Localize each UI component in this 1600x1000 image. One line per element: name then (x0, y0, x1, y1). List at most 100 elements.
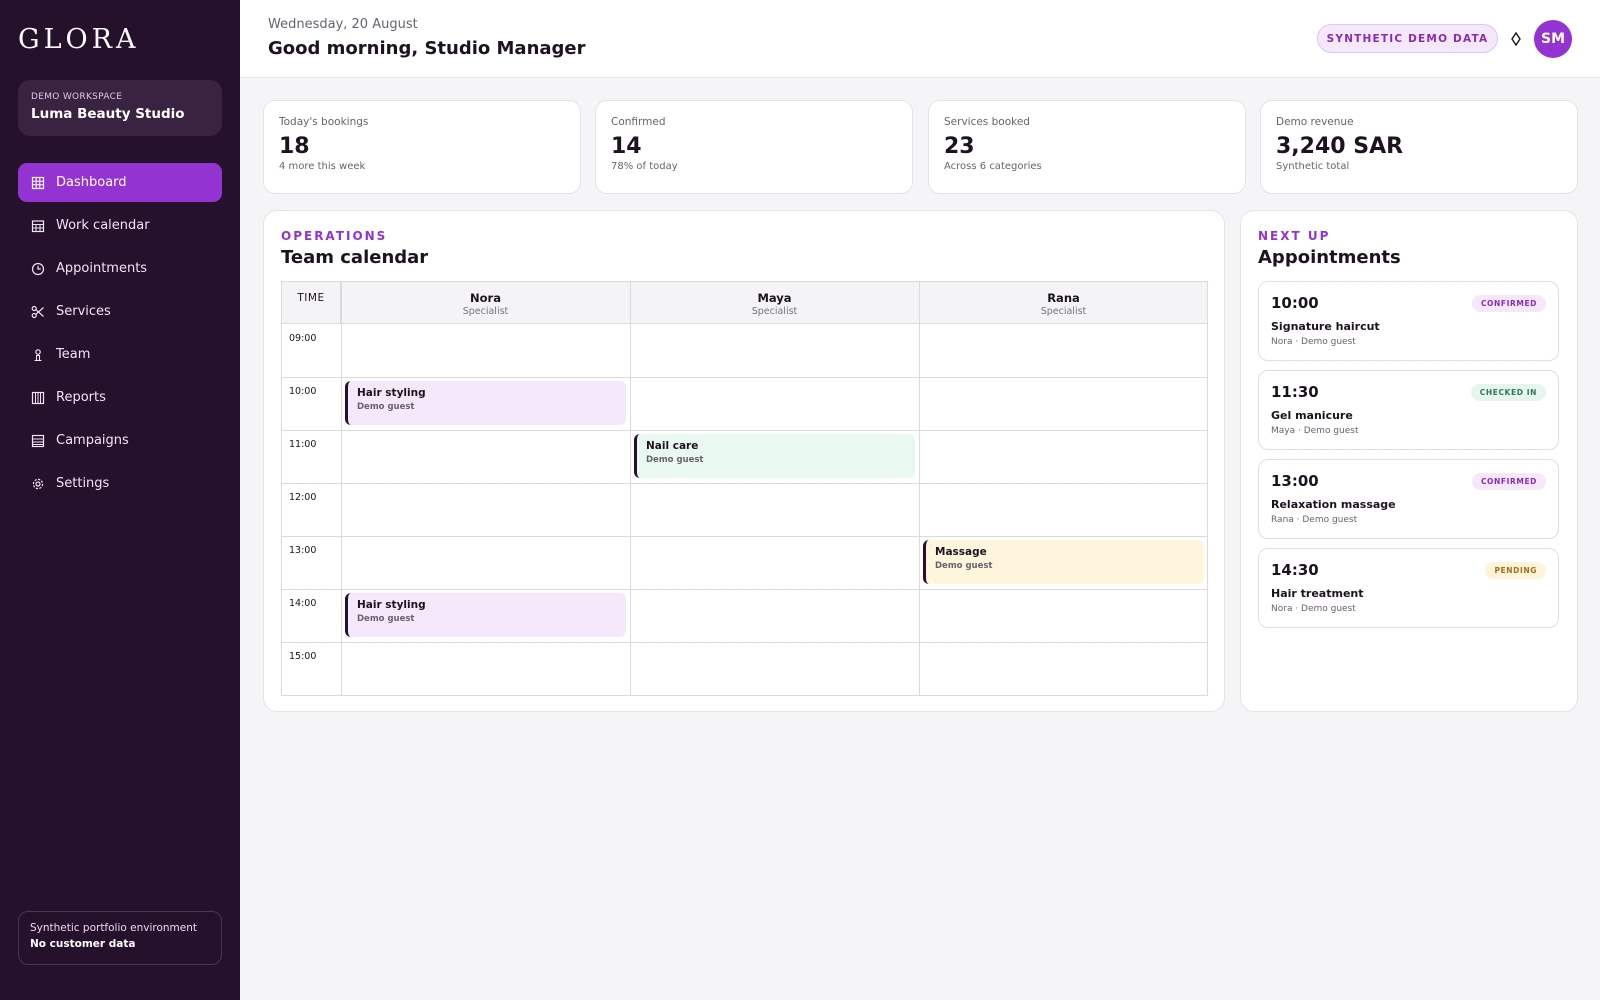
workspace-switcher[interactable]: DEMO WORKSPACE Luma Beauty Studio (18, 80, 222, 136)
grid-icon (31, 176, 45, 190)
stat-subtext: 78% of today (611, 161, 678, 172)
environment-line: Synthetic portfolio environment (30, 922, 198, 934)
calendar-icon (31, 219, 45, 233)
time-slot-label: 09:00 (289, 333, 317, 344)
stat-value: 3,240 SAR (1276, 134, 1404, 159)
team-calendar-panel: OPERATIONS Team calendar TIME Nora Specia… (263, 210, 1225, 712)
status-badge: CONFIRMED (1471, 295, 1546, 312)
sidebar-item-campaigns[interactable]: Campaigns (18, 421, 222, 460)
sidebar-item-label: Reports (56, 390, 106, 405)
sidebar-item-reports[interactable]: Reports (18, 378, 222, 417)
staff-role: Specialist (751, 306, 798, 317)
gear-icon (31, 477, 45, 491)
event-title: Nail care (646, 440, 699, 452)
sidebar-item-label: Dashboard (56, 175, 127, 190)
appointment-meta: Nora · Demo guest (1271, 604, 1356, 614)
event-guest: Demo guest (357, 614, 415, 624)
sidebar-item-label: Team (56, 347, 91, 362)
time-slot-label: 13:00 (289, 545, 317, 556)
appointment-meta: Nora · Demo guest (1271, 337, 1356, 347)
calendar-row-divider (282, 536, 1207, 537)
appointment-meta: Rana · Demo guest (1271, 515, 1358, 525)
sidebar-item-team[interactable]: Team (18, 335, 222, 374)
list-icon (31, 434, 45, 448)
appointment-meta: Maya · Demo guest (1271, 426, 1359, 436)
stat-card: Services booked 23 Across 6 categories (928, 100, 1246, 194)
calendar-column-divider (341, 282, 342, 695)
sidebar-item-label: Appointments (56, 261, 148, 276)
status-badge: CHECKED IN (1470, 384, 1546, 401)
customer-data-note: No customer data (30, 938, 136, 950)
sidebar-nav: Dashboard Work calendar Appointments Servic… (18, 163, 222, 507)
top-header: Wednesday, 20 August Good morning, Studi… (240, 0, 1600, 78)
page-title: Good morning, Studio Manager (268, 38, 586, 59)
sidebar-item-label: Settings (56, 476, 110, 491)
calendar-row-divider (282, 642, 1207, 643)
calendar-event[interactable]: Massage Demo guest (923, 540, 1204, 584)
stat-card: Today's bookings 18 4 more this week (263, 100, 581, 194)
stat-value: 23 (944, 134, 975, 159)
appointment-card[interactable]: 11:30 CHECKED IN Gel manicure Maya · Demo g… (1258, 370, 1559, 450)
stat-value: 18 (279, 134, 310, 159)
sidebar-item-services[interactable]: Services (18, 292, 222, 331)
workspace-name: Luma Beauty Studio (31, 106, 185, 122)
staff-column-header: Nora Specialist (341, 282, 630, 324)
calendar-header-row: TIME Nora Specialist Maya Specialist Rana Spe… (282, 282, 1207, 324)
event-guest: Demo guest (357, 402, 415, 412)
calendar-event[interactable]: Nail care Demo guest (634, 434, 915, 478)
appointment-service: Signature haircut (1271, 320, 1380, 333)
appointment-card[interactable]: 13:00 CONFIRMED Relaxation massage Rana · D… (1258, 459, 1559, 539)
chart-icon (31, 391, 45, 405)
sidebar-item-appointments[interactable]: Appointments (18, 249, 222, 288)
appointments-title: Appointments (1258, 247, 1401, 268)
stat-subtext: Across 6 categories (944, 161, 1042, 172)
calendar-column-divider (630, 282, 631, 695)
scissors-icon (31, 305, 45, 319)
staff-name: Rana (1047, 291, 1080, 305)
staff-name: Maya (757, 291, 792, 305)
avatar[interactable]: SM (1534, 20, 1572, 58)
appointment-service: Hair treatment (1271, 587, 1364, 600)
time-slot-label: 15:00 (289, 651, 317, 662)
sidebar-item-dashboard[interactable]: Dashboard (18, 163, 222, 202)
stat-label: Confirmed (611, 116, 666, 128)
staff-name: Nora (470, 291, 501, 305)
stat-label: Demo revenue (1276, 116, 1354, 128)
sidebar: GLORA DEMO WORKSPACE Luma Beauty Studio … (0, 0, 240, 1000)
stat-card: Confirmed 14 78% of today (595, 100, 913, 194)
staff-column-header: Rana Specialist (919, 282, 1208, 324)
appointments-panel: NEXT UP Appointments 10:00 CONFIRMED Signa… (1240, 210, 1578, 712)
calendar-grid: TIME Nora Specialist Maya Specialist Rana Spe… (281, 281, 1208, 696)
calendar-row-divider (282, 430, 1207, 431)
workspace-label: DEMO WORKSPACE (31, 92, 123, 102)
sidebar-item-label: Campaigns (56, 433, 129, 448)
staff-column-header: Maya Specialist (630, 282, 919, 324)
stat-card: Demo revenue 3,240 SAR Synthetic total (1260, 100, 1578, 194)
stat-label: Services booked (944, 116, 1030, 128)
calendar-title: Team calendar (281, 247, 429, 268)
stat-subtext: Synthetic total (1276, 161, 1350, 172)
staff-role: Specialist (1040, 306, 1087, 317)
clock-icon (31, 262, 45, 276)
event-title: Massage (935, 546, 987, 558)
event-title: Hair styling (357, 387, 426, 399)
calendar-eyebrow: OPERATIONS (281, 229, 388, 243)
time-column-header: TIME (282, 282, 341, 324)
event-guest: Demo guest (935, 561, 993, 571)
time-slot-label: 11:00 (289, 439, 317, 450)
sidebar-item-label: Work calendar (56, 218, 150, 233)
stat-value: 14 (611, 134, 642, 159)
sidebar-item-settings[interactable]: Settings (18, 464, 222, 503)
brand-logo[interactable]: GLORA (18, 24, 139, 55)
environment-notice: Synthetic portfolio environment No custo… (18, 911, 222, 965)
staff-role: Specialist (462, 306, 509, 317)
calendar-event[interactable]: Hair styling Demo guest (345, 593, 626, 637)
appointment-card[interactable]: 14:30 PENDING Hair treatment Nora · Demo gu… (1258, 548, 1559, 628)
sidebar-item-label: Services (56, 304, 111, 319)
calendar-event[interactable]: Hair styling Demo guest (345, 381, 626, 425)
sidebar-item-work-calendar[interactable]: Work calendar (18, 206, 222, 245)
appointment-card[interactable]: 10:00 CONFIRMED Signature haircut Nora · De… (1258, 281, 1559, 361)
appointment-service: Relaxation massage (1271, 498, 1396, 511)
stat-label: Today's bookings (279, 116, 369, 128)
diamond-icon[interactable] (1508, 29, 1524, 49)
